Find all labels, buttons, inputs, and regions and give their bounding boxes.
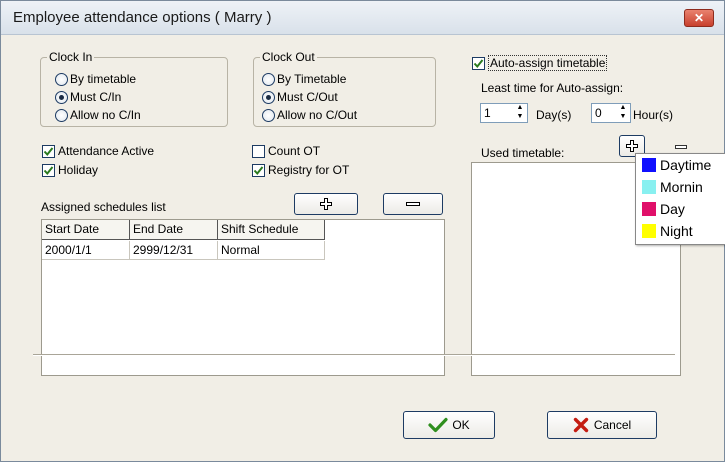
checkbox-icon[interactable] [252,144,265,158]
menu-item-daytime[interactable]: Daytime [636,154,725,176]
radio-icon[interactable] [55,90,68,104]
count-ot-checkbox[interactable]: Count OT [252,143,320,159]
holiday-checkbox[interactable]: Holiday [42,162,98,178]
checkbox-icon[interactable] [42,144,55,158]
checkbox-label: Registry for OT [268,163,350,177]
clock-out-option-0[interactable]: By Timetable [262,71,346,87]
grid-header-row: Start Date End Date Shift Schedule [42,220,444,241]
spin-up-icon[interactable]: ▲ [617,104,629,113]
spin-down-icon[interactable]: ▼ [617,113,629,122]
radio-icon[interactable] [55,72,68,86]
clock-out-group: Clock Out By Timetable Must C/Out Allow … [253,50,436,127]
spin-up-icon[interactable]: ▲ [514,104,526,113]
cell-shift-schedule: Normal [218,241,325,260]
day-stepper[interactable]: 1 ▲ ▼ [480,103,528,123]
day-value[interactable]: 1 [481,106,514,120]
clock-in-option-0[interactable]: By timetable [55,71,136,87]
clock-in-label: Clock In [47,50,95,64]
cancel-button[interactable]: Cancel [547,411,657,439]
radio-icon[interactable] [55,108,68,122]
checkbox-icon[interactable] [472,56,485,70]
checkbox-label: Count OT [268,144,321,158]
color-swatch [642,180,656,194]
day-unit-label: Day(s) [536,108,572,122]
least-time-label: Least time for Auto-assign: [481,81,624,95]
column-header-start-date[interactable]: Start Date [42,220,130,240]
radio-label: By Timetable [277,72,347,86]
day-spin-arrows[interactable]: ▲ ▼ [514,104,526,122]
add-schedule-button[interactable] [294,193,358,215]
used-timetable-label: Used timetable: [481,146,565,160]
cancel-label: Cancel [593,418,632,432]
menu-item-label: Mornin [660,179,703,195]
clock-out-option-2[interactable]: Allow no C/Out [262,107,357,123]
window-title: Employee attendance options ( Marry ) [13,9,272,26]
schedules-grid[interactable]: Start Date End Date Shift Schedule 2000/… [41,219,445,376]
column-header-shift-schedule[interactable]: Shift Schedule [218,220,325,240]
timetable-dropdown-menu: Daytime Mornin Day Night [635,153,725,245]
menu-item-day[interactable]: Day [636,198,725,220]
radio-label: By timetable [70,72,137,86]
table-row[interactable]: 2000/1/1 2999/12/31 Normal [42,241,444,260]
color-swatch [642,202,656,216]
menu-item-label: Night [660,223,693,239]
checkbox-label: Auto-assign timetable [488,55,608,71]
menu-item-night[interactable]: Night [636,220,725,242]
spin-down-icon[interactable]: ▼ [514,113,526,122]
plus-icon [320,198,332,210]
registry-ot-checkbox[interactable]: Registry for OT [252,162,349,178]
remove-timetable-button[interactable] [675,145,687,149]
clock-in-option-1[interactable]: Must C/In [55,89,121,105]
ok-label: OK [452,418,470,432]
attendance-options-window: Employee attendance options ( Marry ) ✕ … [0,0,725,462]
dialog-body: Clock In By timetable Must C/In Allow no… [9,39,716,453]
color-swatch [642,158,656,172]
radio-label: Must C/Out [277,90,338,104]
title-bar[interactable]: Employee attendance options ( Marry ) ✕ [1,1,724,35]
attendance-active-checkbox[interactable]: Attendance Active [42,143,154,159]
hour-value[interactable]: 0 [592,106,617,120]
clock-out-label: Clock Out [260,50,317,64]
radio-icon[interactable] [262,72,275,86]
cross-icon [573,417,589,433]
radio-label: Allow no C/Out [277,108,358,122]
plus-icon [626,140,638,152]
cell-start-date: 2000/1/1 [42,241,130,260]
clock-in-group: Clock In By timetable Must C/In Allow no… [40,50,228,127]
column-header-end-date[interactable]: End Date [130,220,218,240]
checkbox-icon[interactable] [42,163,55,177]
auto-assign-checkbox[interactable]: Auto-assign timetable [472,55,608,71]
schedules-label: Assigned schedules list [41,200,166,214]
minus-icon [406,202,420,206]
radio-label: Allow no C/In [70,108,141,122]
ok-button[interactable]: OK [403,411,495,439]
divider [33,354,675,356]
hour-unit-label: Hour(s) [633,108,674,122]
remove-schedule-button[interactable] [383,193,443,215]
clock-out-option-1[interactable]: Must C/Out [262,89,338,105]
menu-item-mornin[interactable]: Mornin [636,176,725,198]
checkbox-icon[interactable] [252,163,265,177]
cell-end-date: 2999/12/31 [130,241,218,260]
close-button[interactable]: ✕ [684,9,714,27]
radio-icon[interactable] [262,108,275,122]
menu-item-label: Daytime [660,157,712,173]
hour-spin-arrows[interactable]: ▲ ▼ [617,104,629,122]
checkbox-label: Holiday [58,163,99,177]
menu-item-label: Day [660,201,685,217]
radio-icon[interactable] [262,90,275,104]
color-swatch [642,224,656,238]
check-icon [428,417,448,433]
radio-label: Must C/In [70,90,122,104]
hour-stepper[interactable]: 0 ▲ ▼ [591,103,631,123]
clock-in-option-2[interactable]: Allow no C/In [55,107,141,123]
checkbox-label: Attendance Active [58,144,155,158]
